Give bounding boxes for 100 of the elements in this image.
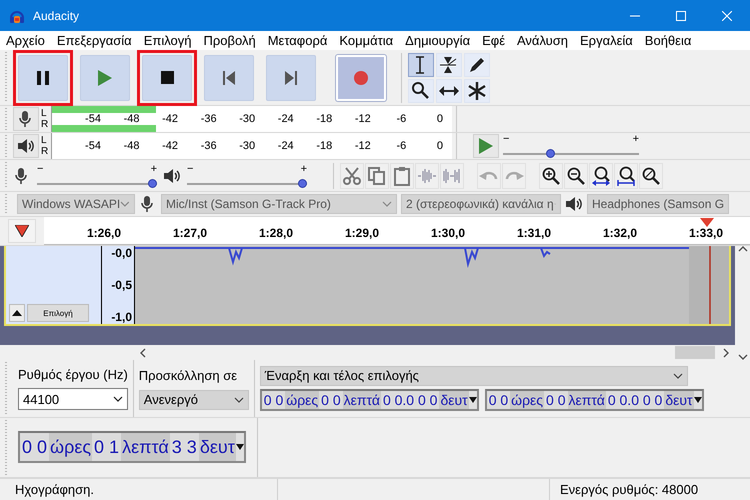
play-icon xyxy=(478,137,494,155)
menu-item[interactable]: Βοήθεια xyxy=(638,31,698,50)
speaker-icon xyxy=(565,195,583,213)
copy-button[interactable] xyxy=(365,162,389,188)
stop-icon xyxy=(160,71,174,84)
channel-label: L xyxy=(41,135,48,146)
speaker-icon xyxy=(17,137,35,155)
meter-tick-label: -12 xyxy=(354,140,372,152)
menu-item[interactable]: Κομμάτια xyxy=(333,31,400,50)
clipboard-icon xyxy=(392,166,412,186)
actual-rate-text: Ενεργός ρυθμός: 48000 xyxy=(560,482,698,497)
play-at-speed-button[interactable] xyxy=(473,134,499,158)
selection-end-time-field[interactable]: 0 0 ώρες 0 0 λεπτά 0 0.0 0 0 δευτ xyxy=(484,389,704,412)
selection-start-time-field[interactable]: 0 0 ώρες 0 0 λεπτά 0 0.0 0 0 δευτ xyxy=(260,389,479,412)
plus-label: + xyxy=(150,164,157,174)
menu-item[interactable]: Εργαλεία xyxy=(574,31,639,50)
zoom-toggle-button[interactable] xyxy=(639,162,663,188)
time-label: 1:27,0 xyxy=(172,226,208,241)
fit-selection-button[interactable] xyxy=(589,162,613,188)
meter-tick-label: -30 xyxy=(238,113,256,125)
meter-tick-label: -36 xyxy=(200,113,218,125)
multi-tool[interactable] xyxy=(464,78,490,102)
zoom-tool[interactable] xyxy=(408,78,434,102)
status-text: Ηχογράφηση. xyxy=(15,482,94,497)
time-label: 1:29,0 xyxy=(344,226,380,241)
menu-item[interactable]: Προβολή xyxy=(198,31,262,50)
zoom-out-button[interactable] xyxy=(564,162,588,188)
zoom-fit-selection-icon xyxy=(591,166,611,186)
scale-label: -1,0 xyxy=(111,310,132,324)
menu-item[interactable]: Αρχείο xyxy=(0,31,51,50)
skip-to-start-button[interactable] xyxy=(204,54,254,100)
project-rate-combobox[interactable]: 44100 xyxy=(18,388,128,410)
time-label: 1:32,0 xyxy=(602,226,638,241)
select-button[interactable]: Επιλογή xyxy=(27,304,89,322)
playback-meter-button[interactable] xyxy=(13,134,39,158)
skip-end-icon xyxy=(285,70,297,84)
triangle-icon xyxy=(15,225,29,237)
slider-thumb[interactable] xyxy=(148,178,157,188)
slider-thumb[interactable] xyxy=(546,149,556,158)
plus-label: + xyxy=(632,134,639,144)
maximize-icon xyxy=(676,10,686,20)
timeline-options-button[interactable] xyxy=(8,219,36,243)
audio-position-time-field[interactable]: 0 0 ώρες 0 1 λεπτά 3 3 δευτ xyxy=(18,431,246,463)
minus-label: − xyxy=(503,134,510,144)
channels-dropdown[interactable]: 2 (στερεοφωνικά) κανάλια η xyxy=(401,194,561,214)
envelope-tool[interactable] xyxy=(436,52,462,76)
zoom-in-icon xyxy=(541,166,561,186)
meter-tick-label: -24 xyxy=(276,140,295,152)
close-icon xyxy=(722,10,732,20)
snap-to-label: Προσκόλληση σε xyxy=(138,368,238,382)
menu-item[interactable]: Επιλογή xyxy=(138,31,198,50)
audio-host-dropdown[interactable]: Windows WASAPI xyxy=(17,194,135,214)
draw-tool[interactable] xyxy=(464,52,490,76)
meter-tick-label: -6 xyxy=(395,140,408,152)
zoom-fit-project-icon xyxy=(616,166,636,186)
menu-item[interactable]: Δημιουργία xyxy=(399,31,476,50)
slider-thumb[interactable] xyxy=(298,178,307,188)
up-triangle-icon xyxy=(12,310,22,316)
time-shift-tool[interactable] xyxy=(436,78,462,102)
meter-tick-label: -48 xyxy=(122,113,140,125)
meter-tick-label: -24 xyxy=(276,113,295,125)
scrollbar-thumb[interactable] xyxy=(675,346,715,359)
record-button[interactable] xyxy=(336,54,386,100)
meter-tick-label: -42 xyxy=(161,140,180,152)
fit-project-button[interactable] xyxy=(614,162,638,188)
skip-to-end-button[interactable] xyxy=(266,54,316,100)
menu-item[interactable]: Ανάλυση xyxy=(511,31,574,50)
menu-item[interactable]: Εφέ xyxy=(476,31,511,50)
play-button[interactable] xyxy=(80,54,130,100)
snap-to-dropdown[interactable]: Ανενεργό xyxy=(138,390,249,410)
zoom-out-icon xyxy=(566,166,586,186)
time-label: 1:30,0 xyxy=(430,226,466,241)
dropdown-arrow-icon xyxy=(236,444,244,450)
pause-icon xyxy=(36,70,50,86)
meter-tick-label: -42 xyxy=(161,113,180,125)
scale-label: -0,5 xyxy=(111,278,132,292)
select-tool[interactable] xyxy=(408,52,434,76)
window-title: Audacity xyxy=(33,8,80,22)
record-icon xyxy=(353,70,369,86)
minus-label: − xyxy=(187,164,194,174)
cut-button[interactable] xyxy=(340,162,364,188)
recording-device-dropdown[interactable]: Mic/Inst (Samson G-Track Pro) xyxy=(161,194,397,214)
meter-tick-label: -30 xyxy=(238,140,256,152)
timeline-ruler[interactable]: 1:26,0 1:27,0 1:28,0 1:29,0 1:30,0 1:31,0 1:32,0 1:33,0 xyxy=(44,217,750,245)
selection-mode-dropdown[interactable]: Έναρξη και τέλος επιλογής xyxy=(260,366,688,386)
time-label: 1:28,0 xyxy=(258,226,294,241)
play-icon xyxy=(97,68,113,86)
meter-tick-label: -6 xyxy=(395,113,408,125)
menu-item[interactable]: Μεταφορά xyxy=(262,31,334,50)
menu-item[interactable]: Επεξεργασία xyxy=(50,31,138,50)
channel-label: R xyxy=(41,119,50,130)
zoom-toggle-icon xyxy=(641,166,661,186)
record-meter-button[interactable] xyxy=(13,107,39,131)
playback-device-dropdown[interactable]: Headphones (Samson G xyxy=(587,194,730,214)
paste-button[interactable] xyxy=(390,162,414,188)
channel-label: R xyxy=(41,146,50,157)
collapse-button[interactable] xyxy=(9,304,25,322)
playhead-marker-icon xyxy=(700,218,714,227)
minus-label: − xyxy=(37,164,44,174)
zoom-in-button[interactable] xyxy=(539,162,563,188)
